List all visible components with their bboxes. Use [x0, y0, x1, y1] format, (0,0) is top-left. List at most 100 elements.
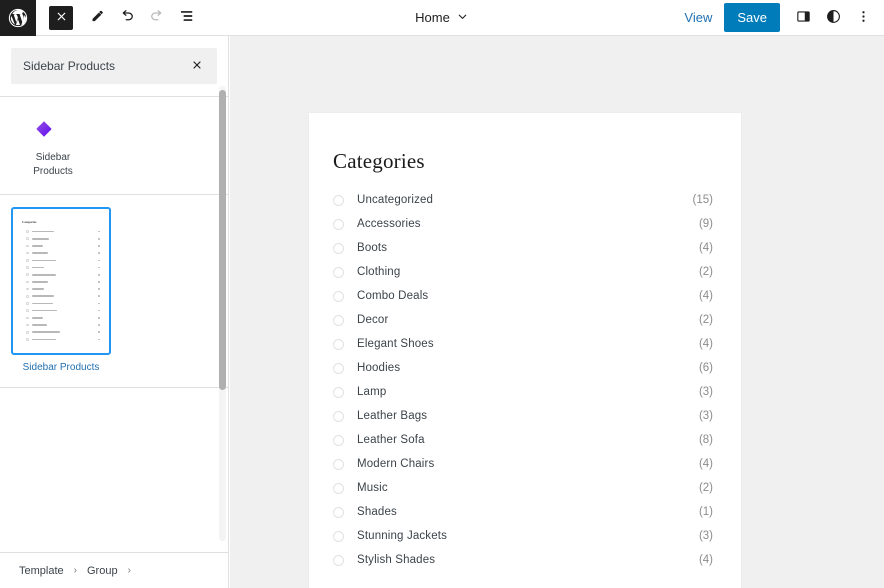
- list-item[interactable]: Shades (1): [333, 500, 713, 524]
- category-checkbox[interactable]: [333, 531, 344, 542]
- settings-sidebar-button[interactable]: [788, 3, 818, 33]
- category-count: (2): [699, 266, 713, 278]
- category-count: (8): [699, 434, 713, 446]
- list-item[interactable]: Clothing(2): [333, 260, 713, 284]
- pattern-preview-rows: [20, 228, 102, 343]
- pattern-preview-bar: [32, 303, 53, 305]
- wordpress-logo-icon: [7, 7, 29, 29]
- category-checkbox[interactable]: [333, 195, 344, 206]
- category-label: Elegant Shoes: [357, 338, 434, 350]
- undo-button[interactable]: [112, 3, 142, 33]
- pattern-preview-dot: [26, 281, 29, 284]
- category-checkbox[interactable]: [333, 363, 344, 374]
- category-checkbox[interactable]: [333, 315, 344, 326]
- category-checkbox[interactable]: [333, 555, 344, 566]
- category-count: (2): [699, 482, 713, 494]
- list-item[interactable]: Stunning Jackets(3): [333, 524, 713, 548]
- document-overview-button[interactable]: [172, 3, 202, 33]
- close-x-icon: [55, 10, 68, 26]
- category-checkbox[interactable]: [333, 291, 344, 302]
- patterns-sidebar-panel: Sidebar Products: [0, 36, 229, 588]
- list-item[interactable]: Lamp (3): [333, 380, 713, 404]
- edit-tool-button[interactable]: [82, 3, 112, 33]
- category-count: (4): [699, 242, 713, 254]
- category-label: Accessories: [357, 218, 421, 230]
- pattern-preview-row: [20, 307, 102, 314]
- pattern-preview-row: [20, 264, 102, 271]
- pattern-preview-bar: [32, 274, 56, 276]
- category-count: (1): [699, 506, 713, 518]
- editor-canvas: Categories Uncategorized(15)Accessories(…: [230, 36, 884, 588]
- category-checkbox[interactable]: [333, 435, 344, 446]
- pattern-preview-count: [98, 295, 100, 297]
- list-view-icon: [178, 7, 196, 28]
- category-checkbox[interactable]: [333, 339, 344, 350]
- pattern-preview-count: [98, 281, 100, 283]
- category-checkbox[interactable]: [333, 243, 344, 254]
- pattern-category-item[interactable]: Sidebar Products: [0, 97, 228, 195]
- save-button[interactable]: Save: [724, 3, 780, 33]
- pattern-preview-bar: [32, 295, 54, 297]
- redo-arrow-icon: [148, 7, 166, 28]
- list-item[interactable]: Music(2): [333, 476, 713, 500]
- categories-block[interactable]: Categories Uncategorized(15)Accessories(…: [308, 112, 742, 588]
- category-label: Lamp: [357, 386, 386, 398]
- category-count: (3): [699, 386, 713, 398]
- panel-header-title: Sidebar Products: [23, 59, 187, 73]
- redo-button[interactable]: [142, 3, 172, 33]
- pattern-preview-bar: [32, 331, 60, 333]
- pattern-card-sidebar-products[interactable]: Categories: [11, 207, 111, 355]
- pattern-diamond-icon: [32, 117, 56, 141]
- breadcrumb-item-template[interactable]: Template: [16, 563, 67, 579]
- category-label: Boots: [357, 242, 387, 254]
- list-item[interactable]: Leather Bags(3): [333, 404, 713, 428]
- category-checkbox[interactable]: [333, 411, 344, 422]
- list-item[interactable]: Accessories(9): [333, 212, 713, 236]
- list-item[interactable]: Elegant Shoes(4): [333, 332, 713, 356]
- pattern-preview-row: [20, 286, 102, 293]
- pattern-preview-bar: [32, 260, 56, 262]
- breadcrumb-separator: ›: [125, 565, 134, 576]
- list-item[interactable]: Leather Sofa(8): [333, 428, 713, 452]
- pattern-preview-row: [20, 257, 102, 264]
- panel-header: Sidebar Products: [11, 48, 217, 84]
- category-checkbox[interactable]: [333, 267, 344, 278]
- category-checkbox[interactable]: [333, 483, 344, 494]
- panel-close-button[interactable]: [187, 56, 207, 76]
- list-item[interactable]: Hoodies(6): [333, 356, 713, 380]
- close-block-inserter-button[interactable]: [49, 6, 73, 30]
- pattern-preview-bar: [32, 310, 57, 312]
- pattern-preview-count: [98, 303, 100, 305]
- document-title-button[interactable]: Home: [407, 6, 477, 30]
- pattern-card-label: Sidebar Products: [11, 362, 111, 373]
- category-count: (4): [699, 458, 713, 470]
- pattern-preview-bar: [32, 252, 48, 254]
- category-checkbox[interactable]: [333, 507, 344, 518]
- pattern-preview-bar: [32, 339, 56, 341]
- options-button[interactable]: [848, 3, 878, 33]
- category-label: Shades: [357, 506, 397, 518]
- category-checkbox[interactable]: [333, 219, 344, 230]
- list-item[interactable]: Uncategorized(15): [333, 188, 713, 212]
- list-item[interactable]: Stylish Shades(4): [333, 548, 713, 572]
- panel-scrollbar-thumb[interactable]: [219, 90, 226, 390]
- category-checkbox[interactable]: [333, 459, 344, 470]
- list-item[interactable]: Boots (4): [333, 236, 713, 260]
- pattern-preview-bar: [32, 238, 49, 240]
- list-item[interactable]: Modern Chairs (4): [333, 452, 713, 476]
- pencil-icon: [89, 8, 106, 28]
- list-item[interactable]: Decor(2): [333, 308, 713, 332]
- pattern-preview-bar: [32, 324, 47, 326]
- category-label: Modern Chairs: [357, 458, 434, 470]
- undo-arrow-icon: [118, 7, 136, 28]
- category-checkbox[interactable]: [333, 387, 344, 398]
- view-button[interactable]: View: [674, 4, 722, 31]
- pattern-preview-count: [98, 267, 100, 269]
- list-item[interactable]: Combo Deals(4): [333, 284, 713, 308]
- breadcrumb-item-group[interactable]: Group: [84, 563, 121, 579]
- page-title: Categories: [333, 149, 713, 174]
- wordpress-logo-button[interactable]: [0, 0, 36, 36]
- styles-button[interactable]: [818, 3, 848, 33]
- pattern-preview-count: [98, 231, 100, 233]
- pattern-category-label: Sidebar Products: [24, 151, 82, 178]
